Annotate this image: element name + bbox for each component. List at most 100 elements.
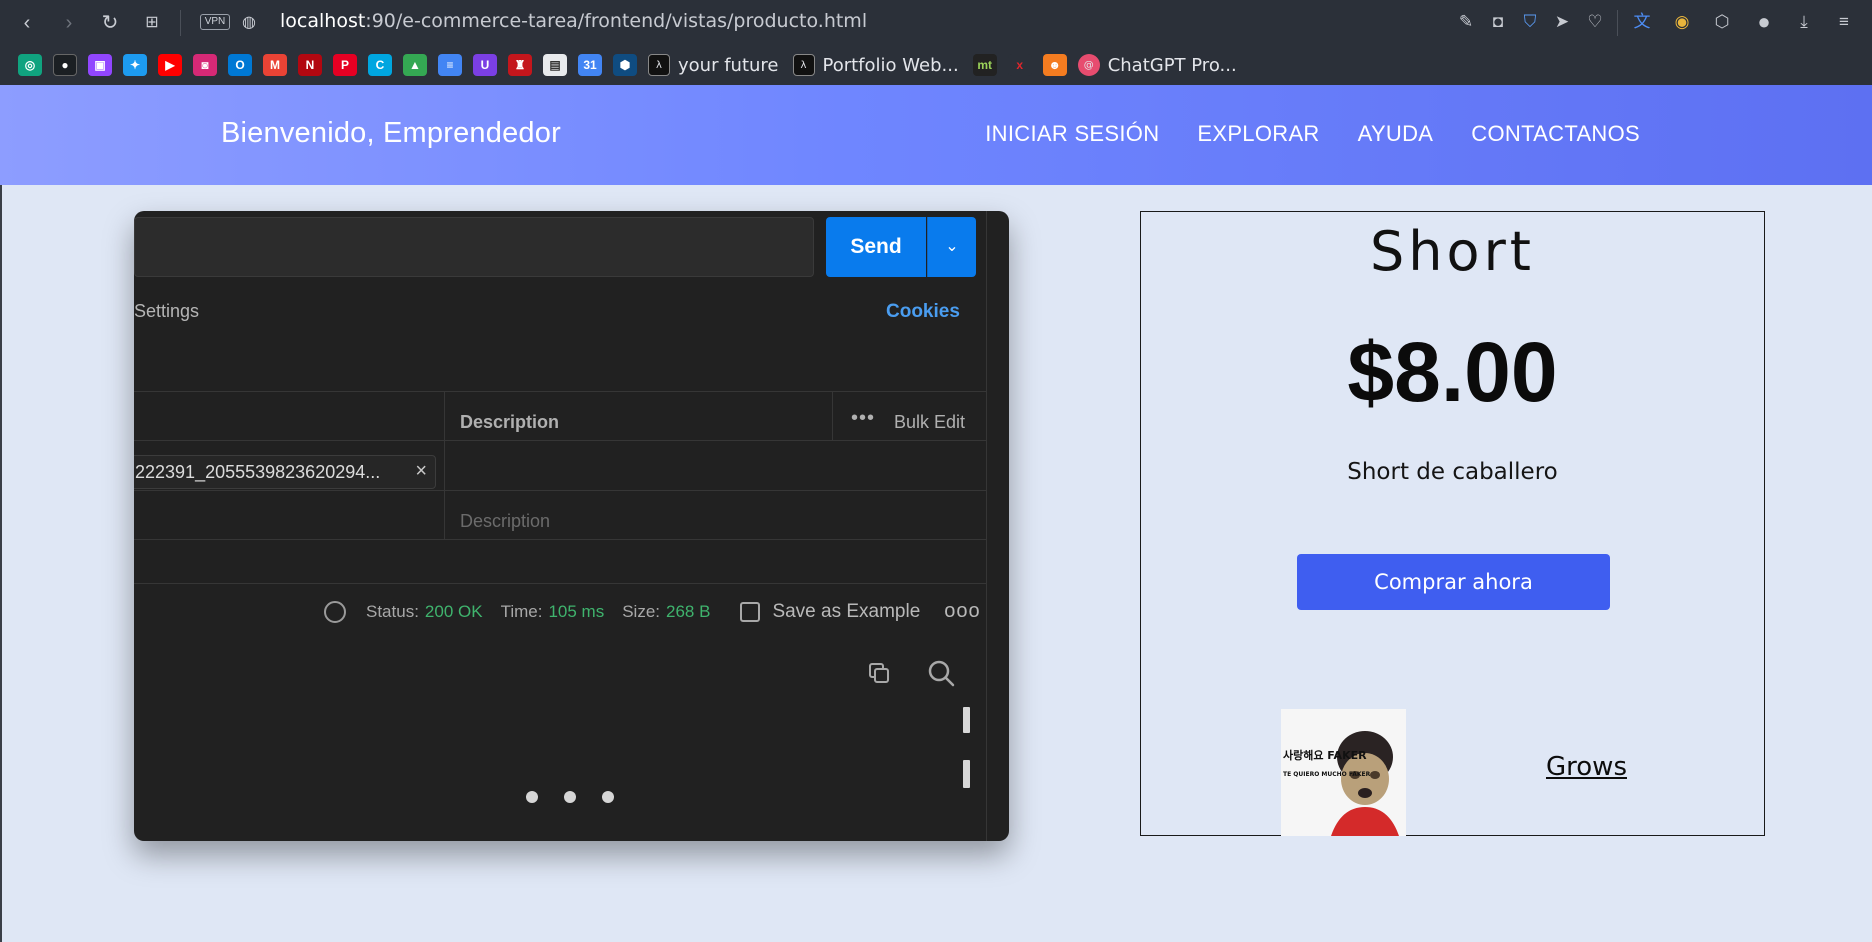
docs-bookmark-icon[interactable]: ≡ [438, 54, 462, 76]
pm-description-header: Description [460, 412, 560, 432]
pm-cookies-link: Cookies [886, 301, 960, 322]
more-horizontal-icon: ooo [944, 600, 981, 622]
pm-response-status-bar: Status: 200 OK Time: 105 ms Size: 268 B … [324, 600, 981, 623]
bookmark-portfolio-web[interactable]: λ Portfolio Web... [792, 54, 959, 76]
u-bookmark-icon[interactable]: U [473, 54, 497, 76]
c-bookmark-icon[interactable]: C [368, 54, 392, 76]
spiral-icon: @ [1077, 54, 1100, 76]
loading-dot [602, 791, 614, 803]
vpn-badge[interactable]: VPN [200, 14, 230, 30]
thumbnail-caption-2: TE QUIERO MUCHO FAKER [1283, 771, 1371, 778]
bookmark-your-future[interactable]: λ your future [648, 54, 779, 76]
gmail-bookmark-icon[interactable]: M [263, 54, 287, 76]
nav-contactanos[interactable]: CONTACTANOS [1471, 121, 1640, 147]
drive-bookmark-icon[interactable]: ▲ [403, 54, 427, 76]
twitter-bookmark-icon[interactable]: ✦ [123, 54, 147, 76]
toolbar-divider-2 [1617, 10, 1618, 36]
figure-bookmark-icon[interactable]: ☻ [1042, 54, 1067, 76]
cube-icon[interactable]: ⬡ [1710, 10, 1734, 34]
pm-save-as-example: Save as Example [772, 600, 921, 622]
reload-icon[interactable]: ↻ [95, 8, 125, 38]
pm-column-divider [444, 391, 445, 539]
pm-size-value: 268 B [666, 601, 711, 621]
thumbnail-caption-1: 사랑해요 FAKER [1283, 749, 1367, 762]
pm-url-input [134, 217, 814, 277]
pm-divider [134, 391, 986, 392]
pm-time-label: Time: [500, 601, 543, 621]
tabs-grid-icon[interactable]: ⊞ [137, 8, 167, 38]
pm-settings-tab: Settings [134, 301, 200, 321]
product-thumbnail[interactable]: 사랑해요 FAKER TE QUIERO MUCHO FAKER [1281, 709, 1406, 836]
color-wheel-icon[interactable]: ◉ [1670, 10, 1694, 34]
product-name: Short [1370, 220, 1535, 283]
site-title: Bienvenido, Emprendedor [221, 117, 561, 149]
pm-bulk-edit: Bulk Edit [894, 412, 966, 432]
lambda-icon: λ [792, 54, 815, 76]
close-icon: × [415, 460, 427, 482]
outlook-bookmark-icon[interactable]: O [228, 54, 252, 76]
forward-icon[interactable]: › [54, 8, 84, 38]
pm-divider [134, 440, 986, 441]
castle-bookmark-icon[interactable]: ♜ [508, 54, 532, 76]
buy-now-button[interactable]: Comprar ahora [1297, 554, 1610, 610]
download-icon[interactable]: ⤓ [1792, 10, 1816, 34]
loading-dot [526, 791, 538, 803]
copy-icon [869, 663, 889, 683]
send-icon[interactable]: ➤ [1550, 10, 1574, 34]
translate-icon[interactable]: 文 [1630, 10, 1654, 34]
chevron-down-icon: ⌄ [927, 217, 976, 277]
pm-loading-dots [526, 791, 614, 803]
pm-send-button: Send [826, 217, 926, 277]
github-bookmark-icon[interactable]: ● [53, 54, 77, 76]
lambda-icon: λ [648, 54, 670, 76]
pm-column-divider [832, 391, 833, 440]
pm-file-chip: 222391_2055539823620294... × [134, 455, 436, 489]
x-bookmark-icon[interactable]: x [1007, 54, 1032, 76]
url-path: :90/e-commerce-tarea/frontend/vistas/pro… [365, 10, 868, 32]
back-icon[interactable]: ‹ [12, 8, 42, 38]
twitch-bookmark-icon[interactable]: ▣ [88, 54, 112, 76]
loading-dot [564, 791, 576, 803]
search-icon [928, 660, 955, 687]
pm-description-placeholder: Description [460, 511, 551, 531]
product-card: Short $8.00 Short de caballero Comprar a… [1140, 211, 1765, 836]
chatgpt-bookmark-icon[interactable]: ◎ [18, 54, 42, 76]
page-left-border [0, 85, 2, 942]
toolbar-divider [180, 10, 181, 36]
nav-iniciar-sesion[interactable]: INICIAR SESIÓN [985, 121, 1159, 147]
globe-icon[interactable]: ◍ [234, 8, 264, 38]
shield-icon[interactable]: ⛉ [1518, 10, 1542, 34]
grows-link[interactable]: Grows [1546, 752, 1627, 782]
product-image-postman-screenshot: Send ⌄ Settings Cookies Description ••• … [134, 211, 1009, 841]
nav-explorar[interactable]: EXPLORAR [1197, 121, 1319, 147]
file-bookmark-icon[interactable]: ▤ [543, 54, 567, 76]
url-host: localhost [280, 10, 366, 32]
pm-status-label: Status: [366, 601, 419, 621]
product-description: Short de caballero [1347, 459, 1558, 485]
browser-toolbar: ‹ › ↻ ⊞ VPN ◍ localhost:90/e-commerce-ta… [0, 0, 1872, 85]
edit-icon[interactable]: ✎ [1454, 10, 1478, 34]
mt-bookmark-icon[interactable]: mt [972, 54, 997, 76]
product-price: $8.00 [1347, 325, 1558, 419]
bookmark-chatgpt-pro[interactable]: @ ChatGPT Pro... [1077, 54, 1237, 76]
youtube-bookmark-icon[interactable]: ▶ [158, 54, 182, 76]
instagram-bookmark-icon[interactable]: ◙ [193, 54, 217, 76]
calendar-bookmark-icon[interactable]: 31 [578, 54, 602, 76]
nav-ayuda[interactable]: AYUDA [1358, 121, 1434, 147]
globe-icon [324, 600, 346, 623]
netflix-bookmark-icon[interactable]: N [298, 54, 322, 76]
menu-icon[interactable]: ≡ [1832, 10, 1856, 34]
profile-avatar-icon[interactable]: ● [1752, 10, 1776, 34]
bookmarks-bar: ◎ ● ▣ ✦ ▶ ◙ O M N P C ▲ ≡ U ♜ ▤ 31 ⬢ λ yo… [18, 50, 1251, 80]
more-horizontal-icon: ••• [851, 407, 876, 429]
main-nav: INICIAR SESIÓN EXPLORAR AYUDA CONTACTANO… [985, 121, 1640, 147]
pinterest-bookmark-icon[interactable]: P [333, 54, 357, 76]
save-icon [740, 601, 761, 622]
pm-divider [134, 583, 986, 584]
heart-icon[interactable]: ♡ [1583, 10, 1607, 34]
hex-bookmark-icon[interactable]: ⬢ [613, 54, 637, 76]
pm-time-value: 105 ms [548, 601, 605, 621]
address-bar[interactable]: localhost:90/e-commerce-tarea/frontend/v… [280, 10, 867, 32]
camera-icon[interactable]: ◘ [1486, 10, 1510, 34]
site-header: Bienvenido, Emprendedor INICIAR SESIÓN E… [0, 85, 1872, 185]
